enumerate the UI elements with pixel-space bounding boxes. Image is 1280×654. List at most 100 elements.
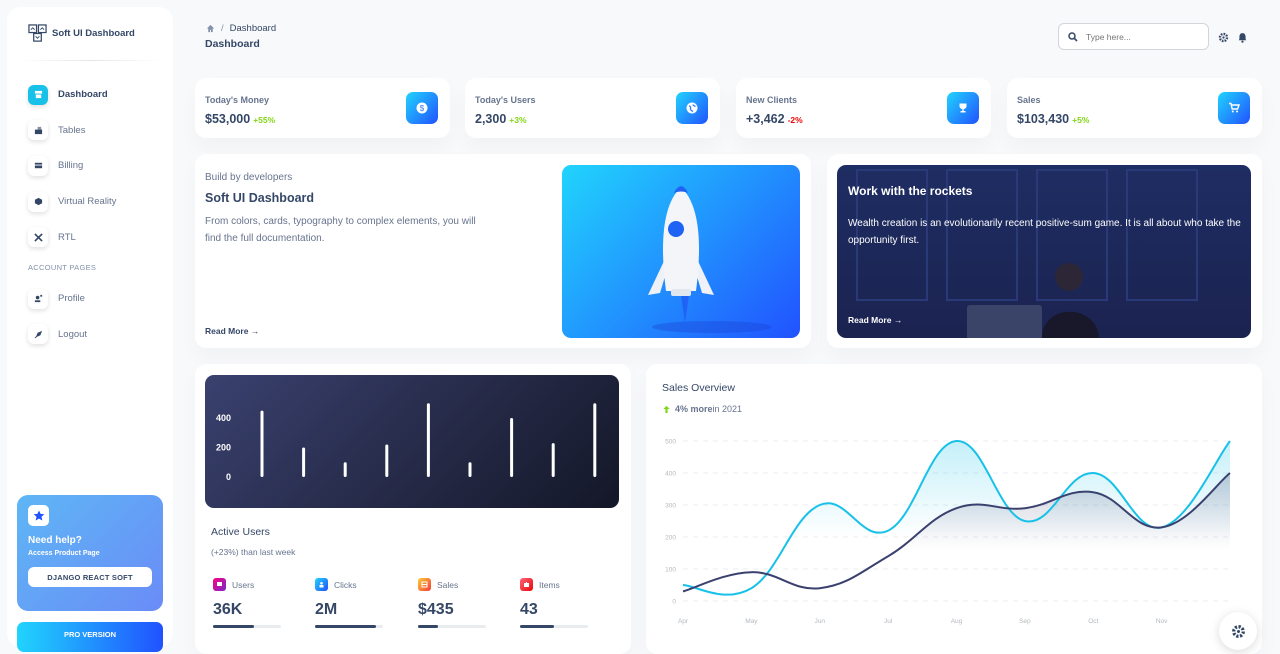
stat-change: -2%	[787, 115, 803, 125]
x-tick-label: Nov	[1156, 618, 1168, 625]
metric-progress-fill	[418, 625, 439, 628]
sidebar-item-label: RTL	[58, 231, 76, 243]
django-react-soft-button[interactable]: DJANGO REACT SOFT	[28, 567, 152, 587]
sidebar-item-label: Billing	[58, 160, 84, 172]
bar	[260, 410, 264, 477]
y-tick-label: 200	[665, 535, 676, 542]
bar	[468, 462, 472, 477]
rocket-illustration	[562, 165, 800, 338]
sales-overview-card: Sales Overview 4% more in 2021 0 100 200 30…	[646, 364, 1262, 654]
read-more-link[interactable]: Read More →	[848, 315, 902, 325]
y-tick-label: 400	[216, 413, 231, 423]
search-input[interactable]	[1086, 31, 1196, 42]
trophy-icon	[947, 92, 979, 124]
bar	[510, 418, 514, 477]
active-users-subtitle: (+23%) than last week	[211, 547, 295, 557]
active-users-change: (+23%)	[211, 547, 239, 557]
sidebar-item-label: Profile	[58, 293, 85, 305]
sidebar-item-logout[interactable]: Logout	[7, 317, 173, 353]
help-subtitle: Access Product Page	[28, 550, 100, 557]
pro-version-button[interactable]: PRO VERSION	[17, 622, 163, 652]
configurator-button[interactable]	[1219, 612, 1257, 650]
rockets-title: Work with the rockets	[848, 184, 973, 198]
metric-head: Clicks	[315, 578, 395, 591]
sidebar-item-rtl[interactable]: RTL	[7, 219, 173, 255]
metric-label: Clicks	[334, 579, 357, 590]
y-tick-label: 200	[216, 443, 231, 453]
box-3d-icon	[28, 191, 48, 212]
cart-icon	[1218, 92, 1250, 124]
metric-progress-fill	[520, 625, 554, 628]
sidebar-item-profile[interactable]: Profile	[7, 281, 173, 317]
read-more-label: Read More	[848, 315, 892, 325]
active-users-chart-box: 0 200 400	[205, 375, 619, 508]
metric-value: 36K	[213, 601, 243, 618]
sidebar-item-label: Tables	[58, 124, 86, 136]
users-icon	[213, 578, 226, 591]
metric-label: Users	[232, 579, 255, 590]
search-box[interactable]	[1058, 23, 1209, 50]
money-coins-icon: $	[406, 92, 438, 124]
office-icon	[28, 120, 48, 141]
bar	[426, 403, 430, 477]
puzzle-icon	[520, 578, 533, 591]
section-label: ACCOUNT PAGES	[28, 263, 97, 273]
sidebar-item-billing[interactable]: Billing	[7, 148, 173, 184]
sidebar-item-virtual-reality[interactable]: Virtual Reality	[7, 184, 173, 220]
brand[interactable]: Soft UI Dashboard	[7, 7, 173, 60]
rocket-icon	[28, 324, 48, 345]
stat-change: +5%	[1072, 115, 1090, 125]
y-tick-label: 0	[226, 472, 231, 482]
metric-head: Users	[213, 578, 293, 591]
arrow-right-icon: →	[893, 315, 903, 325]
active-users-title: Active Users	[211, 526, 270, 538]
x-tick-label: Jun	[815, 618, 826, 625]
customer-support-icon	[28, 288, 48, 309]
bar	[343, 462, 347, 477]
sidebar-item-label: Virtual Reality	[58, 196, 117, 208]
active-users-card: 0 200 400 Active Users (+23%) than last we…	[195, 364, 631, 654]
arrow-right-icon: →	[250, 326, 260, 336]
stat-change: +3%	[509, 115, 527, 125]
x-tick-label: May	[745, 618, 758, 625]
metric-head: Sales	[418, 578, 498, 591]
shop-icon	[28, 84, 48, 105]
stat-label: Today's Users	[475, 95, 536, 105]
sidebar-item-label: Dashboard	[58, 89, 108, 101]
sidebar-item-tables[interactable]: Tables	[7, 113, 173, 149]
metric-head: Items	[520, 578, 600, 591]
bell-icon[interactable]	[1237, 32, 1248, 43]
stat-number: +3,462	[746, 112, 785, 126]
home-icon[interactable]	[206, 24, 215, 33]
x-tick-label: Jul	[884, 618, 893, 625]
svg-text:$: $	[420, 104, 425, 113]
stat-card-users: Today's Users 2,300 +3%	[465, 78, 720, 138]
bar	[385, 444, 389, 477]
sidebar: Soft UI Dashboard Dashboard Tables Billi…	[7, 7, 173, 652]
y-tick-label: 100	[665, 567, 676, 574]
bar	[593, 403, 597, 477]
stat-value: $103,430 +5%	[1017, 112, 1089, 126]
active-users-subtitle-text: than last week	[238, 547, 296, 557]
cart-icon	[418, 578, 431, 591]
metric-progress-fill	[213, 625, 254, 628]
rockets-description: Wealth creation is an evolutionarily rec…	[848, 218, 1241, 246]
active-users-bar-chart: 0 200 400	[216, 403, 597, 482]
bar	[302, 447, 306, 477]
read-more-link[interactable]: Read More →	[205, 326, 259, 336]
breadcrumb: / Dashboard	[206, 23, 276, 34]
stat-label: New Clients	[746, 95, 798, 105]
sales-overview-line-chart: 0 100 200 300 400 500 Apr May Jun Jul Aug Sep Oct Nov	[665, 439, 1231, 625]
stat-label: Sales	[1017, 95, 1041, 105]
gear-icon[interactable]	[1218, 32, 1229, 43]
x-tick-label: Apr	[678, 618, 689, 625]
help-card: Need help? Access Product Page DJANGO RE…	[17, 495, 163, 611]
logo-icon	[28, 24, 47, 42]
sidebar-item-dashboard[interactable]: Dashboard	[7, 77, 173, 113]
metric-value: $435	[418, 601, 454, 618]
y-tick-label: 500	[665, 439, 676, 446]
click-icon	[315, 578, 328, 591]
brand-name: Soft UI Dashboard	[52, 28, 135, 39]
page-title: Dashboard	[205, 38, 260, 50]
x-tick-label: Sep	[1019, 618, 1031, 625]
